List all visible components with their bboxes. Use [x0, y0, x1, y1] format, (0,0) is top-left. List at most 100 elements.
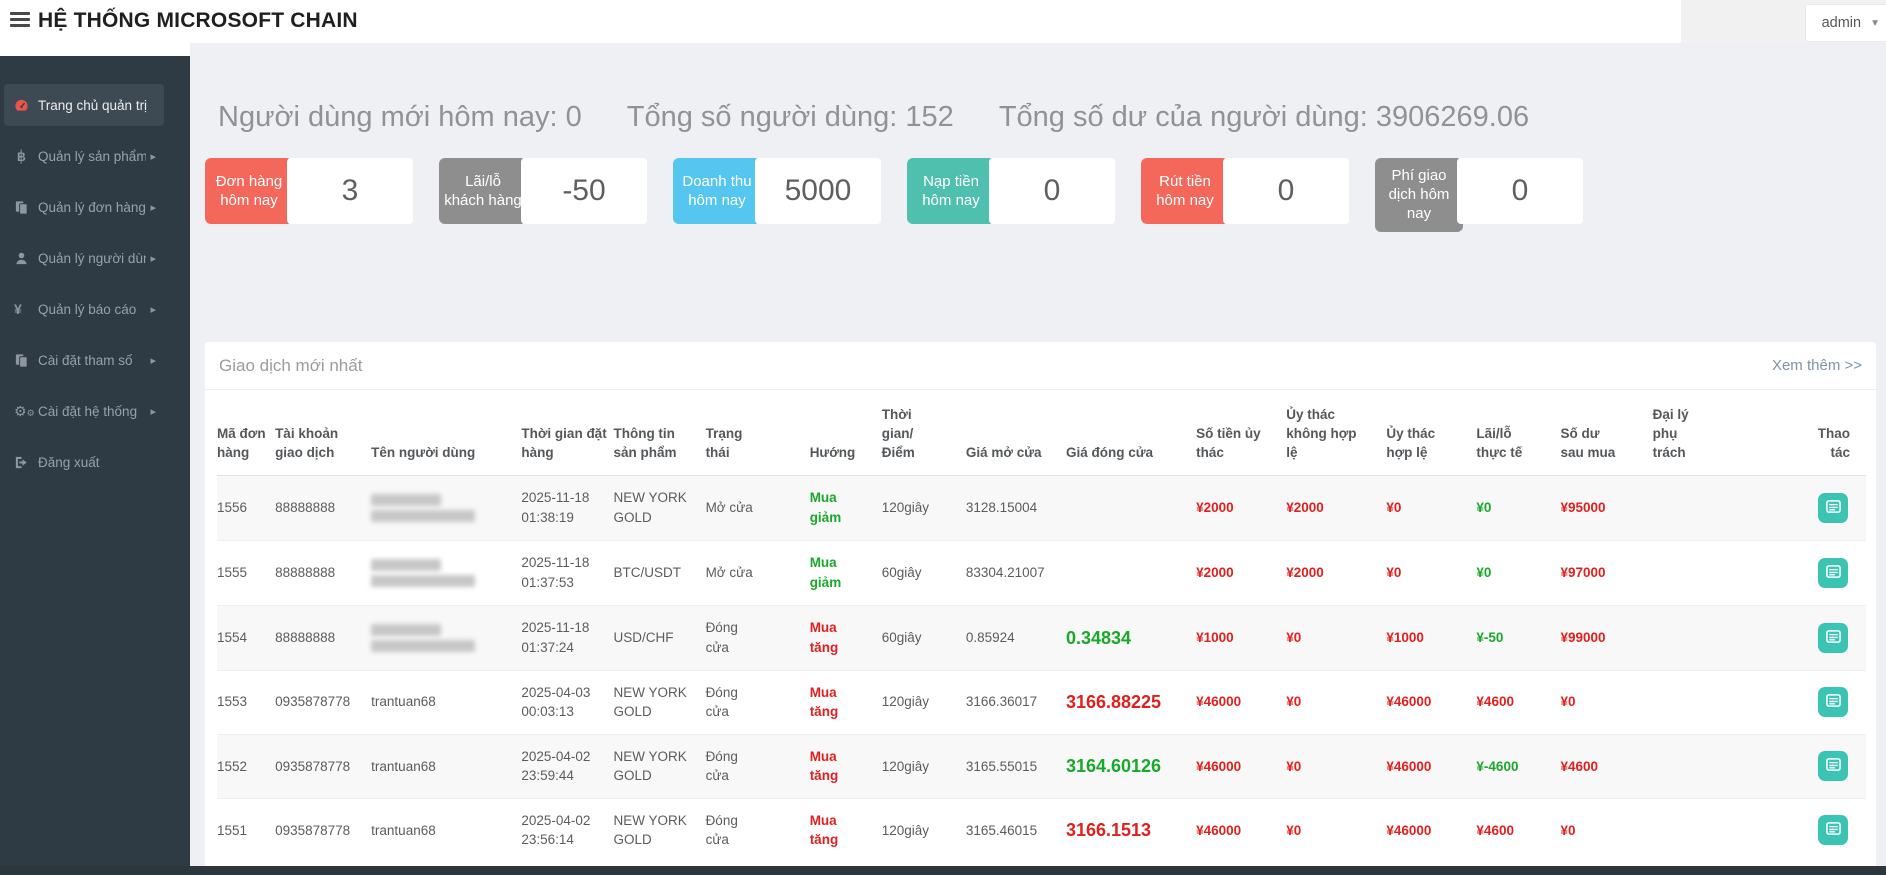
cell-status: Đóng cửa — [706, 798, 810, 862]
cell-invalid: ¥0 — [1286, 605, 1386, 670]
hamburger-menu-icon[interactable] — [10, 12, 30, 30]
stat-label: Tổng số dư của người dùng — [999, 101, 1360, 133]
see-more-link[interactable]: Xem thêm >> — [1772, 357, 1862, 374]
amount-invalid: ¥0 — [1286, 630, 1301, 645]
direction-text: Mua giảm — [810, 553, 848, 592]
cell-entrust: ¥46000 — [1196, 734, 1286, 798]
cell-id: 1555 — [217, 540, 275, 605]
sidebar-item-3[interactable]: Quản lý người dùng▸ — [4, 237, 164, 279]
summary-card-1: Lãi/lỗ khách hàng-50 — [439, 158, 647, 224]
sidebar-item-label: Cài đặt hệ thống — [38, 404, 137, 419]
col-header-direction: Hướng — [810, 390, 882, 475]
amount-entrust: ¥1000 — [1196, 630, 1234, 645]
col-header-username: Tên người dùng — [371, 390, 521, 475]
detail-icon — [1825, 564, 1842, 582]
cell-account: 88888888 — [275, 540, 371, 605]
cell-invalid: ¥0 — [1286, 798, 1386, 862]
cell-invalid: ¥2000 — [1286, 475, 1386, 540]
redacted-username — [371, 488, 515, 528]
col-header-agent: Đại lý phụ trách — [1653, 390, 1775, 475]
cell-balance: ¥0 — [1561, 798, 1653, 862]
amount-pnl: ¥-4600 — [1476, 759, 1518, 774]
stat-label: Người dùng mới hôm nay — [218, 101, 549, 133]
bottom-bar — [0, 866, 1886, 875]
col-header-status: Trạng thái — [706, 390, 810, 475]
sidebar-item-5[interactable]: Cài đặt tham số▸ — [4, 339, 164, 381]
cell-username: trantuan68 — [371, 670, 521, 734]
cell-invalid: ¥0 — [1286, 734, 1386, 798]
table-row-1551: 15510935878778trantuan682025-04-02 23:56… — [217, 798, 1866, 862]
cell-username — [371, 475, 521, 540]
cell-action — [1775, 798, 1866, 862]
cell-close_price: 3166.88225 — [1066, 670, 1196, 734]
sidebar-item-label: Đăng xuất — [38, 455, 100, 470]
stat-value: 3906269.06 — [1376, 101, 1529, 133]
cell-pnl: ¥4600 — [1476, 670, 1560, 734]
direction-text: Mua tăng — [810, 747, 848, 786]
amount-balance: ¥0 — [1561, 823, 1576, 838]
sidebar-item-4[interactable]: ¥Quản lý báo cáo▸ — [4, 288, 164, 330]
order-detail-button[interactable] — [1818, 493, 1848, 523]
order-detail-button[interactable] — [1818, 687, 1848, 717]
sidebar-item-0[interactable]: Trang chủ quản trị — [4, 84, 164, 126]
params-icon — [14, 353, 38, 368]
panel-title: Giao dịch mới nhất — [219, 356, 362, 376]
cell-status: Mở cửa — [706, 475, 810, 540]
logout-icon — [14, 455, 38, 470]
cell-action — [1775, 605, 1866, 670]
order-detail-button[interactable] — [1818, 558, 1848, 588]
card-label: Nạp tiền hôm nay — [907, 158, 995, 224]
order-detail-button[interactable] — [1818, 815, 1848, 845]
cell-agent — [1653, 540, 1775, 605]
cell-close_price — [1066, 475, 1196, 540]
card-label: Doanh thu hôm nay — [673, 158, 761, 224]
cell-entrust: ¥46000 — [1196, 670, 1286, 734]
amount-entrust: ¥2000 — [1196, 565, 1234, 580]
cell-duration: 60giây — [882, 605, 966, 670]
cell-username — [371, 540, 521, 605]
stat-0: Người dùng mới hôm nay: 0 — [218, 101, 582, 134]
detail-icon — [1825, 499, 1842, 517]
summary-card-5: Phí giao dịch hôm nay0 — [1375, 158, 1583, 232]
bitcoin-icon: B — [14, 149, 38, 164]
col-header-account: Tài khoản giao dịch — [275, 390, 371, 475]
cell-status: Đóng cửa — [706, 605, 810, 670]
sidebar-item-2[interactable]: Quản lý đơn hàng▸ — [4, 186, 164, 228]
order-detail-button[interactable] — [1818, 623, 1848, 653]
amount-pnl: ¥0 — [1476, 500, 1491, 515]
amount-entrust: ¥46000 — [1196, 694, 1241, 709]
cell-id: 1552 — [217, 734, 275, 798]
cell-close_price: 3164.60126 — [1066, 734, 1196, 798]
col-header-id: Mã đơn hàng — [217, 390, 275, 475]
close-price: 0.34834 — [1066, 628, 1131, 648]
cell-open_price: 3166.36017 — [966, 670, 1066, 734]
card-label: Rút tiền hôm nay — [1141, 158, 1229, 224]
cell-open_price: 3165.55015 — [966, 734, 1066, 798]
cell-status: Đóng cửa — [706, 734, 810, 798]
sidebar-item-1[interactable]: BQuản lý sản phẩm▸ — [4, 135, 164, 177]
user-menu-button[interactable]: admin ▼ — [1806, 5, 1886, 41]
cell-id: 1556 — [217, 475, 275, 540]
cell-product: USD/CHF — [613, 605, 705, 670]
amount-pnl: ¥4600 — [1476, 823, 1514, 838]
transactions-table-wrap: Mã đơn hàngTài khoản giao dịchTên người … — [205, 390, 1876, 862]
cell-open_price: 3128.15004 — [966, 475, 1066, 540]
table-header-row: Mã đơn hàngTài khoản giao dịchTên người … — [217, 390, 1866, 475]
card-value: 3 — [287, 158, 413, 224]
sidebar-item-6[interactable]: ⚙⚙Cài đặt hệ thống▸ — [4, 390, 164, 432]
sidebar-item-label: Quản lý người dùng — [38, 251, 146, 266]
close-price: 3164.60126 — [1066, 756, 1161, 776]
amount-valid: ¥46000 — [1386, 694, 1431, 709]
amount-entrust: ¥46000 — [1196, 759, 1241, 774]
cell-direction: Mua tăng — [810, 798, 882, 862]
amount-pnl: ¥0 — [1476, 565, 1491, 580]
amount-valid: ¥0 — [1386, 565, 1401, 580]
sidebar-item-7[interactable]: Đăng xuất — [4, 441, 164, 483]
cell-time: 2025-04-03 00:03:13 — [521, 670, 613, 734]
amount-invalid: ¥2000 — [1286, 565, 1324, 580]
cell-agent — [1653, 670, 1775, 734]
cell-account: 0935878778 — [275, 670, 371, 734]
cell-entrust: ¥46000 — [1196, 798, 1286, 862]
order-detail-button[interactable] — [1818, 751, 1848, 781]
amount-valid: ¥1000 — [1386, 630, 1424, 645]
